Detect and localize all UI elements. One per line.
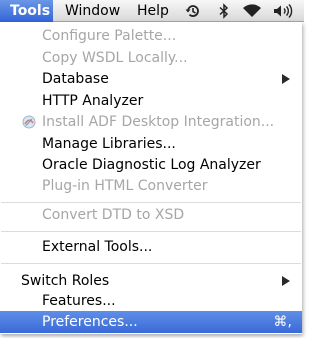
bluetooth-icon[interactable] bbox=[215, 3, 233, 19]
menu-item-label: Features... bbox=[42, 293, 116, 309]
menu-item-label: Manage Libraries... bbox=[42, 136, 176, 152]
menu-item-install-adf-desktop-integration[interactable]: Install ADF Desktop Integration... bbox=[0, 111, 302, 133]
submenu-arrow-icon bbox=[282, 276, 290, 286]
menu-item-label: Oracle Diagnostic Log Analyzer bbox=[42, 157, 261, 173]
menu-item-label: Switch Roles bbox=[21, 273, 110, 289]
menu-item-manage-libraries[interactable]: Manage Libraries... bbox=[0, 133, 302, 155]
menu-separator bbox=[1, 231, 301, 232]
menu-item-label: Install ADF Desktop Integration... bbox=[42, 114, 275, 130]
menubar-help[interactable]: Help bbox=[137, 0, 169, 22]
menu-item-label: HTTP Analyzer bbox=[42, 93, 144, 109]
menu-separator bbox=[1, 263, 301, 264]
menu-item-label: External Tools... bbox=[42, 239, 153, 255]
menu-item-plugin-html-converter[interactable]: Plug-in HTML Converter bbox=[0, 175, 302, 197]
menu-item-preferences[interactable]: Preferences... ⌘, bbox=[0, 311, 302, 333]
menubar-window[interactable]: Window bbox=[65, 0, 120, 22]
tools-menu: Configure Palette... Copy WSDL Locally..… bbox=[0, 22, 302, 334]
menu-item-label: Plug-in HTML Converter bbox=[42, 178, 208, 194]
menu-separator bbox=[1, 202, 301, 203]
menu-item-copy-wsdl-locally[interactable]: Copy WSDL Locally... bbox=[0, 47, 302, 69]
menu-item-label: Copy WSDL Locally... bbox=[42, 50, 188, 66]
menu-item-label: Preferences... bbox=[42, 314, 138, 330]
time-machine-icon[interactable] bbox=[184, 3, 202, 19]
keyboard-shortcut: ⌘, bbox=[273, 314, 292, 330]
menu-item-label: Convert DTD to XSD bbox=[42, 207, 185, 223]
menu-item-label: Configure Palette... bbox=[42, 28, 177, 44]
menu-item-http-analyzer[interactable]: HTTP Analyzer bbox=[0, 90, 302, 112]
menu-item-database[interactable]: Database bbox=[0, 68, 302, 90]
menu-item-convert-dtd-to-xsd[interactable]: Convert DTD to XSD bbox=[0, 204, 302, 226]
menu-item-switch-roles[interactable]: Switch Roles bbox=[0, 270, 302, 292]
wifi-icon[interactable] bbox=[241, 3, 263, 19]
menubar-tools[interactable]: Tools bbox=[0, 0, 53, 22]
menu-item-configure-palette[interactable]: Configure Palette... bbox=[0, 25, 302, 47]
menu-item-label: Database bbox=[42, 71, 109, 87]
volume-icon[interactable] bbox=[272, 3, 294, 19]
menu-bar: Tools Window Help bbox=[0, 0, 304, 22]
menu-item-external-tools[interactable]: External Tools... bbox=[0, 236, 302, 258]
submenu-arrow-icon bbox=[282, 74, 290, 84]
adf-icon bbox=[22, 115, 36, 129]
menu-item-oracle-diagnostic-log-analyzer[interactable]: Oracle Diagnostic Log Analyzer bbox=[0, 154, 302, 176]
menu-item-features[interactable]: Features... bbox=[0, 290, 302, 312]
